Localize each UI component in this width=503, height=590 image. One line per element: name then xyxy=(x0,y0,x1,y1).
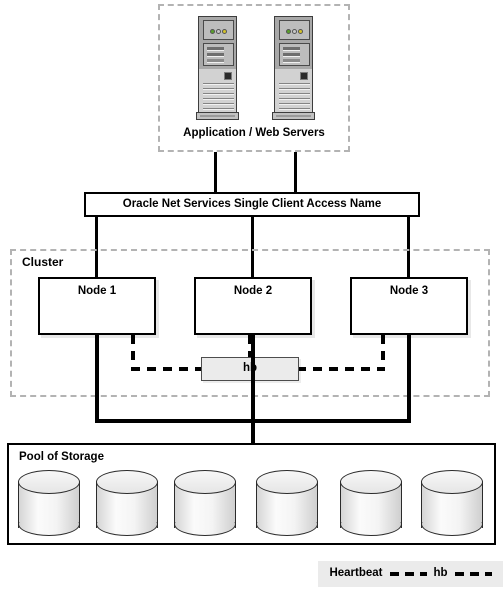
server-vent xyxy=(279,83,310,84)
server-drive-bay xyxy=(279,43,310,66)
server-vent xyxy=(279,103,310,104)
connector-node2-to-storage-bus xyxy=(251,335,255,423)
legend-dash-right-icon xyxy=(454,572,492,576)
server-drive-slot xyxy=(207,53,224,57)
server-drive-slot xyxy=(283,59,300,63)
server-chassis xyxy=(274,69,313,113)
connector-node1-to-storage-bus xyxy=(95,335,99,423)
server-chassis xyxy=(198,69,237,113)
legend-heartbeat-label: Heartbeat xyxy=(329,567,383,580)
server-vent xyxy=(279,88,310,89)
connector-server2-to-scan xyxy=(294,152,297,194)
server-led-yellow-icon xyxy=(298,29,303,34)
server-vent xyxy=(203,103,234,104)
node-box-3[interactable]: Node 3 xyxy=(350,277,468,335)
connector-server1-to-scan xyxy=(214,152,217,194)
server-base xyxy=(196,112,239,120)
server-led-bay xyxy=(279,20,310,40)
storage-disk-5[interactable] xyxy=(340,470,406,536)
pool-of-storage-label: Pool of Storage xyxy=(19,451,104,463)
heartbeat-link-node3-horizontal xyxy=(297,367,385,371)
server-vent xyxy=(203,98,234,99)
server-base xyxy=(272,112,315,120)
server-vent xyxy=(279,93,310,94)
application-web-server-1 xyxy=(196,16,239,120)
server-power-button-icon xyxy=(224,72,232,80)
application-web-server-2 xyxy=(272,16,315,120)
server-led-green-icon xyxy=(286,29,291,34)
scan-bar: Oracle Net Services Single Client Access… xyxy=(84,192,420,217)
server-vent xyxy=(279,98,310,99)
server-led-yellow-icon xyxy=(222,29,227,34)
server-vent xyxy=(203,93,234,94)
server-vent xyxy=(279,108,310,109)
server-power-button-icon xyxy=(300,72,308,80)
legend-dash-left-icon xyxy=(389,572,427,576)
legend-hb-label: hb xyxy=(433,567,448,580)
server-led-bay xyxy=(203,20,234,40)
server-led-green-icon xyxy=(210,29,215,34)
application-web-servers-label: Application / Web Servers xyxy=(183,127,325,139)
server-drive-slot xyxy=(283,47,300,51)
storage-disk-6[interactable] xyxy=(421,470,487,536)
server-drive-slot xyxy=(207,59,224,63)
heartbeat-link-node1-horizontal xyxy=(131,367,203,371)
server-led-gray-icon xyxy=(292,29,297,34)
server-top-panel xyxy=(274,16,313,70)
server-drive-slot xyxy=(207,47,224,51)
storage-disk-2[interactable] xyxy=(96,470,162,536)
server-top-panel xyxy=(198,16,237,70)
architecture-diagram: Application / Web Servers Oracle Net Ser… xyxy=(0,0,503,590)
server-vent xyxy=(203,88,234,89)
server-led-gray-icon xyxy=(216,29,221,34)
storage-disk-1[interactable] xyxy=(18,470,84,536)
server-vent xyxy=(203,83,234,84)
heartbeat-box[interactable]: hb xyxy=(201,357,299,381)
node-box-2[interactable]: Node 2 xyxy=(194,277,312,335)
storage-disk-4[interactable] xyxy=(256,470,322,536)
legend: Heartbeat hb xyxy=(318,561,503,587)
connector-bus-to-storage-pool xyxy=(251,419,255,445)
server-drive-slot xyxy=(283,53,300,57)
cluster-label: Cluster xyxy=(22,255,64,269)
server-drive-bay xyxy=(203,43,234,66)
server-vent xyxy=(203,108,234,109)
connector-node3-to-storage-bus xyxy=(407,335,411,423)
heartbeat-link-node3-vertical xyxy=(381,335,385,371)
storage-disk-3[interactable] xyxy=(174,470,240,536)
heartbeat-link-node1-vertical xyxy=(131,335,135,371)
node-box-1[interactable]: Node 1 xyxy=(38,277,156,335)
